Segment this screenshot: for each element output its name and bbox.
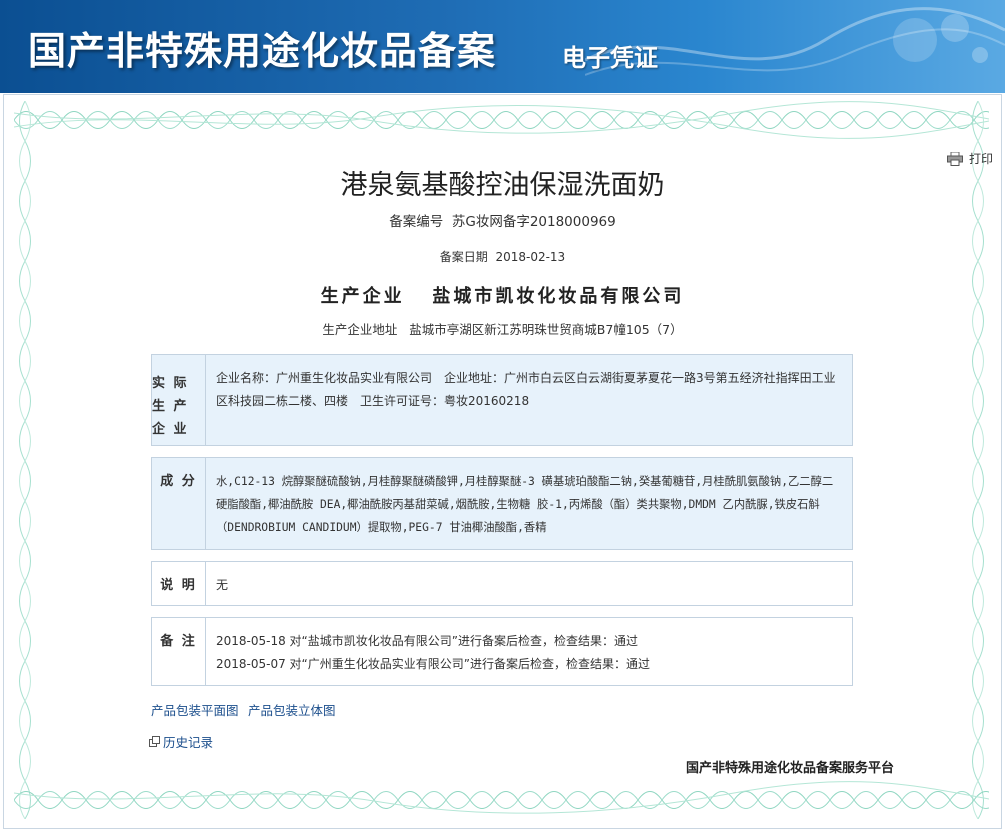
- notes-section: 说 明 无: [151, 561, 853, 606]
- producer-address-label: 生产企业地址: [322, 322, 398, 337]
- actual-producer-label: 实 际 生 产 企 业: [152, 355, 206, 445]
- remarks-section: 备 注 2018-05-18 对“盐城市凯妆化妆品有限公司”进行备案后检查，检查…: [151, 617, 853, 686]
- history-label: 历史记录: [163, 735, 214, 750]
- platform-name: 国产非特殊用途化妆品备案服务平台: [686, 761, 895, 776]
- record-number: 备案编号 苏G妆网备字2018000969: [0, 210, 1005, 230]
- remark-line: 2018-05-18 对“盐城市凯妆化妆品有限公司”进行备案后检查，检查结果：通…: [216, 634, 638, 648]
- remarks-label: 备 注: [152, 618, 206, 685]
- stereo-package-link[interactable]: 产品包装立体图: [248, 700, 336, 719]
- record-date: 备案日期 2018-02-13: [0, 248, 1005, 265]
- actual-producer-label-line: 实 际: [152, 375, 189, 391]
- record-number-value: 苏G妆网备字2018000969: [451, 214, 616, 230]
- history-icon: [149, 736, 160, 747]
- guilloche-border-top: [14, 101, 989, 139]
- ingredients-section: 成 分 水,C12-13 烷醇聚醚硫酸钠,月桂醇聚醚磷酸钾,月桂醇聚醚-3 磺基…: [151, 457, 853, 550]
- record-date-value: 2018-02-13: [495, 250, 566, 264]
- guilloche-border-bottom: [14, 781, 989, 814]
- banner-subtitle: 电子凭证: [562, 43, 658, 72]
- notes-label: 说 明: [152, 562, 206, 605]
- ingredients-content: 水,C12-13 烷醇聚醚硫酸钠,月桂醇聚醚磷酸钾,月桂醇聚醚-3 磺基琥珀酸酯…: [216, 475, 834, 534]
- record-number-label: 备案编号: [389, 214, 444, 230]
- header-banner: 国产非特殊用途化妆品备案 电子凭证: [0, 0, 1005, 93]
- record-date-label: 备案日期: [439, 250, 488, 264]
- actual-producer-label-line: 生 产: [152, 398, 189, 414]
- remark-line: 2018-05-07 对“广州重生化妆品实业有限公司”进行备案后检查，检查结果：…: [216, 657, 650, 671]
- remarks-content: 2018-05-18 对“盐城市凯妆化妆品有限公司”进行备案后检查，检查结果：通…: [206, 618, 852, 685]
- actual-producer-label-line: 企 业: [152, 421, 189, 437]
- producer-label: 生产企业: [320, 286, 405, 307]
- notes-content: 无: [216, 578, 229, 592]
- flat-package-link[interactable]: 产品包装平面图: [151, 700, 239, 719]
- producer-value: 盐城市凯妆化妆品有限公司: [432, 286, 685, 307]
- guilloche-border-right: [972, 101, 984, 819]
- producer-address-value: 盐城市亭湖区新江苏明珠世贸商城B7幢105（7）: [409, 322, 683, 337]
- banner-title: 国产非特殊用途化妆品备案: [28, 28, 497, 73]
- ingredients-label: 成 分: [152, 458, 206, 549]
- history-link[interactable]: 历史记录: [149, 732, 213, 751]
- actual-producer-content: 企业名称：广州重生化妆品实业有限公司 企业地址：广州市白云区白云湖街夏茅夏花一路…: [216, 371, 836, 408]
- product-name: 港泉氨基酸控油保湿洗面奶: [340, 170, 665, 201]
- producer-address: 生产企业地址 盐城市亭湖区新江苏明珠世贸商城B7幢105（7）: [0, 319, 1005, 338]
- producer: 生产企业 盐城市凯妆化妆品有限公司: [0, 282, 1005, 308]
- guilloche-border-left: [19, 101, 31, 819]
- actual-producer-section: 实 际 生 产 企 业 企业名称：广州重生化妆品实业有限公司 企业地址：广州市白…: [151, 354, 853, 446]
